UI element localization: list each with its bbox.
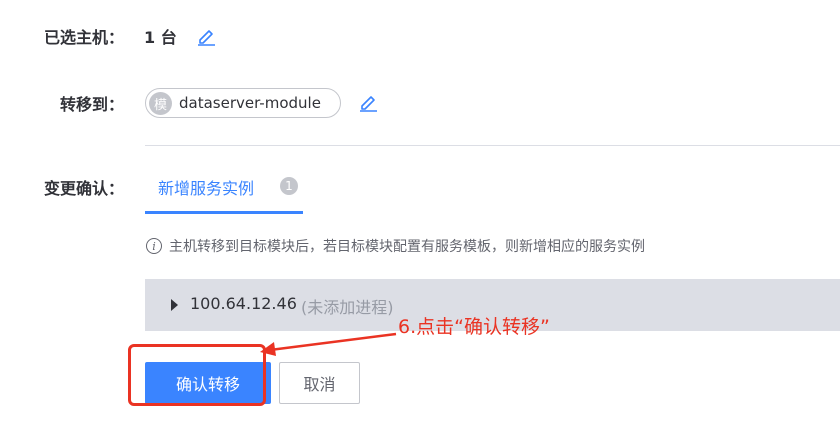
target-module-tag: 模 dataserver-module	[145, 88, 341, 118]
selected-hosts-label: 已选主机：	[43, 28, 124, 47]
divider	[145, 145, 840, 146]
tab-label: 新增服务实例	[158, 179, 255, 198]
pencil-icon[interactable]	[358, 92, 378, 112]
caret-right-icon[interactable]	[171, 299, 178, 311]
annotation-text: 6.点击“确认转移”	[398, 316, 550, 338]
tab-count-badge: 1	[280, 177, 298, 195]
cancel-button[interactable]: 取消	[279, 362, 360, 404]
tab-new-service-instance[interactable]: 新增服务实例 1	[145, 166, 303, 214]
selected-hosts-count: 1 台	[144, 28, 177, 47]
module-badge: 模	[149, 91, 172, 115]
instance-note: (未添加进程)	[301, 298, 394, 317]
instance-ip: 100.64.12.46	[190, 294, 297, 313]
info-icon: i	[146, 238, 162, 254]
annotation-highlight-box	[128, 344, 266, 406]
pencil-icon[interactable]	[196, 26, 216, 46]
tip-message: i 主机转移到目标模块后，若目标模块配置有服务模板，则新增相应的服务实例	[146, 236, 645, 256]
change-confirm-label: 变更确认：	[43, 179, 124, 198]
transfer-to-label: 转移到：	[59, 95, 124, 114]
module-name: dataserver-module	[179, 94, 321, 112]
tip-text: 主机转移到目标模块后，若目标模块配置有服务模板，则新增相应的服务实例	[169, 239, 645, 255]
